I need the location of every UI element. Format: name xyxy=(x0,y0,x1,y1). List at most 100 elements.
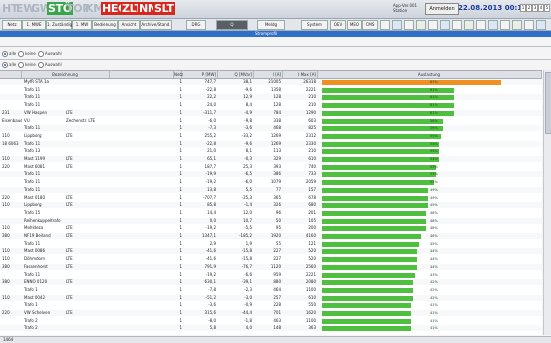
toolbar-tool-icon[interactable] xyxy=(380,20,390,30)
toolbar-button-9[interactable]: Meldg xyxy=(257,20,285,30)
table-row[interactable]: Trafo 13 1 21,0 8,1 113 210 54% xyxy=(0,148,542,155)
login-button[interactable]: Anmelden xyxy=(425,3,459,15)
cell-id xyxy=(2,210,22,216)
toolbar-tool-icon[interactable] xyxy=(440,20,450,30)
table-row[interactable]: Trafo 11 1 2,9 1,9 55 121 45% xyxy=(0,241,542,247)
column-header[interactable]: Auslastung xyxy=(318,71,542,78)
table-row[interactable]: Trafo 11 1 24,0 8,4 128 210 61% xyxy=(0,102,542,109)
cell-imax: 2560 xyxy=(305,263,316,269)
toolbar-button-3[interactable]: 1. MW xyxy=(72,20,92,30)
toolbar-button-5[interactable]: Ansicht xyxy=(118,20,140,30)
table-row[interactable]: Trafo 1 1 -7,8 -2,3 464 1100 42% xyxy=(0,287,542,293)
table-row[interactable]: Trafo 11 1 -19,9 -6,5 386 733 53% xyxy=(0,171,542,178)
table-row[interactable]: Trafo 11 1 13,8 5,5 77 157 49% xyxy=(0,186,542,193)
system-info-line2: Station xyxy=(393,8,408,13)
toolbar-tool-icon[interactable] xyxy=(428,20,438,30)
table-row[interactable]: Trafo 11 1 -7,3 -3,6 468 825 56% xyxy=(0,125,542,132)
utilization-label: 61% xyxy=(430,110,438,115)
table-row[interactable]: 110 Mast 0086 LTE 1 -41,6 -15,8 227 520 44% xyxy=(0,248,542,255)
toolbar-button-10[interactable]: System xyxy=(301,20,328,30)
toolbar-button-6[interactable]: Archive/Stand. xyxy=(140,20,172,30)
table-row[interactable]: 110 Lippborg LTE 1 255,2 -33,2 1269 2312 55% xyxy=(0,133,542,139)
cell-name: Mast 1199 xyxy=(24,156,46,161)
table-row[interactable]: Trafo 11 1 -19,2 -6,6 959 2221 43% xyxy=(0,272,542,278)
toolbar-tool-icon[interactable] xyxy=(392,20,402,30)
toolbar-button-8[interactable]: Q xyxy=(216,20,248,30)
table-row[interactable]: Trafo 11 1 -22,8 -9,6 1358 2221 61% xyxy=(0,87,542,93)
toolbar-button-4[interactable]: Bedienung xyxy=(92,20,118,30)
mode-tab-9[interactable]: SLT xyxy=(153,2,175,15)
table-row[interactable]: 231 VW Haspen LTE 1 -311,7 -4,9 784 1290 61% xyxy=(0,109,542,116)
table-row[interactable]: 110 Mast 0042 LTE 1 -51,2 -3,0 257 610 42% xyxy=(0,294,542,301)
cell-extra xyxy=(66,148,136,154)
utilization-bar xyxy=(322,234,422,239)
toolbar-tool-icon[interactable] xyxy=(524,20,534,30)
vertical-scrollbar[interactable] xyxy=(543,70,551,335)
table-row[interactable]: Trafo 11 1 -19,2 -6,0 1079 2059 52% xyxy=(0,179,542,186)
cell-p: -19,2 xyxy=(205,225,216,231)
toolbar-tool-icon[interactable] xyxy=(452,20,462,30)
cell-p: -19,9 xyxy=(205,171,216,177)
filter-radio-keine[interactable] xyxy=(18,51,25,57)
toolbar-tool-icon[interactable] xyxy=(464,20,474,30)
column-header[interactable]: I [A] xyxy=(254,71,283,78)
toolbar-button-1[interactable]: 1. MWE xyxy=(22,20,46,30)
cell-i: 227 xyxy=(273,256,281,262)
cell-name: VW Haspen xyxy=(24,109,48,115)
table-row[interactable]: 18 6063 Trafo 11 1 -22,8 -9,6 1269 2330 54% xyxy=(0,140,542,147)
cell-q: -6,6 xyxy=(244,271,252,277)
cell-extra xyxy=(66,272,136,278)
table-row[interactable]: Trafo 2 1 5,8 4,0 148 363 41% xyxy=(0,325,542,332)
table-row[interactable]: MyfR STA 1a 1 747,7 38,1 21005 26318 83% xyxy=(0,79,542,85)
toolbar-button-13[interactable]: CMS xyxy=(362,20,378,30)
cell-id: 110 xyxy=(2,202,10,208)
column-header[interactable] xyxy=(0,71,22,78)
toolbar-tool-icon[interactable] xyxy=(488,20,498,30)
table-row[interactable]: 380 ENNO 0120 LTE 1 630,1 -39,1 880 2080 42% xyxy=(0,279,542,286)
table-row[interactable]: EisenbauerVU Zechenstr. LTE 1 -6,0 -9,8 338 60… xyxy=(0,118,542,124)
cell-q: -4,9 xyxy=(244,109,252,115)
toolbar-tool-icon[interactable] xyxy=(416,20,426,30)
column-header[interactable]: Q [MVar] xyxy=(218,71,254,78)
table-row[interactable]: 380 Fassenhorst LTE 1 791,9 -76,7 1120 2560 44% xyxy=(0,263,542,270)
filter-radio-auswahl[interactable] xyxy=(37,51,44,57)
table-row[interactable]: Reihenkuppeltrafo 1 0,0 10,7 50 105 48% xyxy=(0,217,542,224)
table-row[interactable]: Trafo 15 1 14,4 12,0 96 201 48% xyxy=(0,210,542,216)
toolbar-tool-icon[interactable] xyxy=(512,20,522,30)
scroll-thumb[interactable] xyxy=(545,72,551,134)
cell-i: 128 xyxy=(273,102,281,108)
toolbar-button-12[interactable]: MEO xyxy=(347,20,362,30)
toolbar-tool-icon[interactable] xyxy=(476,20,486,30)
filter-radio-alle[interactable] xyxy=(2,62,8,68)
column-header[interactable]: Bezeichnung xyxy=(22,71,110,78)
table-row[interactable]: Trafo 11 1 22,2 12,9 128 210 61% xyxy=(0,94,542,101)
table-row[interactable]: 380 NF19 Beiland LTE 1 1347,1 -185,2 1920 4160 4… xyxy=(0,233,542,239)
filter-radio-keine[interactable] xyxy=(18,62,25,68)
column-header[interactable] xyxy=(110,71,174,78)
utilization-label: 53% xyxy=(430,164,438,169)
window-button-4[interactable]: 5 xyxy=(544,4,550,12)
toolbar-button-11[interactable]: OEV xyxy=(330,20,346,30)
toolbar-button-7[interactable]: DRG xyxy=(186,20,206,30)
table-row[interactable]: 110 Mast 1199 LTE 1 65,1 -0,3 329 610 54% xyxy=(0,156,542,162)
cell-imax: 105 xyxy=(308,217,316,223)
table-row[interactable]: 220 Mast 0180 LTE 1 -707,7 -25,3 365 678 49% xyxy=(0,195,542,201)
table-row[interactable]: 220 Mast 6081 LTE 1 187,7 25,3 393 740 53% xyxy=(0,164,542,170)
toolbar-tool-icon[interactable] xyxy=(404,20,414,30)
table-row[interactable]: 110 Lippborg LTE 1 85,8 -1,4 326 680 49% xyxy=(0,202,542,209)
table-row[interactable]: 110 Mehldeza LTE 1 -19,2 -5,5 95 200 48% xyxy=(0,225,542,232)
table-row[interactable]: 110 Döhmdorn LTE 1 -41,6 -15,8 227 520 44% xyxy=(0,256,542,263)
toolbar-tool-icon[interactable] xyxy=(536,20,546,30)
column-header[interactable]: I Max [A] xyxy=(283,71,318,78)
column-header[interactable]: Netz xyxy=(174,71,183,78)
column-header[interactable]: P [MW] xyxy=(182,71,218,78)
table-row[interactable]: Trafo 2 1 -8,0 -1,8 463 1100 41% xyxy=(0,318,542,324)
filter-radio-alle[interactable] xyxy=(2,51,8,57)
toolbar-button-0[interactable]: Netz xyxy=(2,20,22,30)
table-row[interactable]: 220 VW Schelven LTE 1 315,6 -44,4 701 1620 41% xyxy=(0,310,542,316)
table-row[interactable]: Trafo 1 1 -3,6 -0,9 228 550 41% xyxy=(0,302,542,309)
toolbar-tool-icon[interactable] xyxy=(500,20,510,30)
filter-radio-auswahl[interactable] xyxy=(37,62,44,68)
cell-name: ENNO 0120 xyxy=(24,279,48,285)
toolbar-button-2[interactable]: 1. Zuständig xyxy=(46,20,72,30)
